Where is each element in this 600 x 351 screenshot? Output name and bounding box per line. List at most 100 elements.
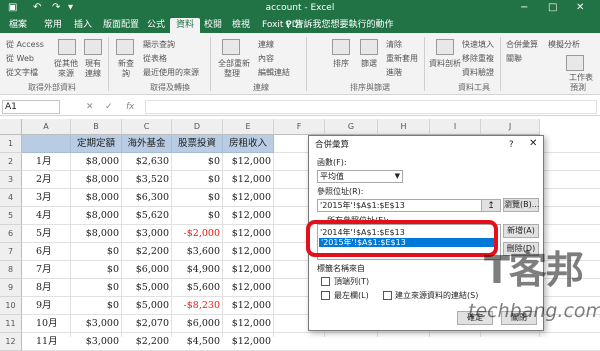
- table-header-cell[interactable]: 定期定額: [71, 135, 122, 153]
- table-cell[interactable]: $4,500: [172, 333, 220, 351]
- tab-home[interactable]: 常用: [44, 18, 62, 33]
- row-header[interactable]: 1: [0, 135, 22, 153]
- reference-input[interactable]: '2015年'!$A$1:$E$13: [317, 199, 501, 212]
- table-cell[interactable]: $0: [172, 171, 220, 189]
- what-if-analysis-button[interactable]: 模擬分析: [548, 40, 580, 50]
- table-cell[interactable]: $5,620: [122, 207, 169, 225]
- consolidate-button[interactable]: 合併彙算: [506, 40, 538, 50]
- table-cell[interactable]: $6,000: [172, 315, 220, 333]
- column-header[interactable]: I: [430, 119, 481, 135]
- table-cell[interactable]: $8,000: [71, 207, 119, 225]
- restore-button[interactable]: □: [548, 2, 557, 14]
- table-cell[interactable]: $3,600: [172, 243, 220, 261]
- row-header[interactable]: 10: [0, 297, 22, 315]
- relationships-button[interactable]: 關聯: [506, 54, 522, 64]
- insert-function-icon[interactable]: fx: [126, 101, 135, 113]
- tab-review[interactable]: 校閱: [204, 18, 222, 33]
- table-cell[interactable]: 2月: [22, 171, 68, 189]
- data-validation-button[interactable]: 資料驗證: [462, 68, 494, 78]
- table-cell[interactable]: $5,000: [122, 297, 169, 315]
- from-other-sources-icon[interactable]: [58, 39, 76, 55]
- show-queries-button[interactable]: 顯示查詢: [143, 40, 175, 50]
- column-header[interactable]: A: [22, 119, 71, 135]
- confirm-entry-icon[interactable]: ✓: [105, 101, 113, 113]
- table-cell[interactable]: $4,900: [172, 261, 220, 279]
- left-column-checkbox[interactable]: [321, 291, 330, 300]
- tab-data[interactable]: 資料: [170, 18, 201, 33]
- table-cell[interactable]: 6月: [22, 243, 68, 261]
- table-cell[interactable]: $8,000: [71, 225, 119, 243]
- table-cell[interactable]: $12,000: [223, 153, 271, 171]
- table-cell[interactable]: $2,630: [122, 153, 169, 171]
- table-cell[interactable]: $8,000: [71, 153, 119, 171]
- table-cell[interactable]: 4月: [22, 207, 68, 225]
- function-select[interactable]: 平均值 ▼: [317, 170, 403, 183]
- new-query-icon[interactable]: [116, 39, 134, 55]
- table-cell[interactable]: $6,000: [122, 261, 169, 279]
- reapply-button[interactable]: 重新套用: [386, 54, 418, 64]
- row-header[interactable]: 2: [0, 153, 22, 171]
- table-cell[interactable]: $12,000: [223, 189, 271, 207]
- forecast-sheet-icon[interactable]: [566, 55, 584, 71]
- browse-button[interactable]: 瀏覽(B)...: [503, 198, 539, 212]
- tab-view[interactable]: 檢視: [232, 18, 250, 33]
- link-source-checkbox[interactable]: [383, 291, 392, 300]
- table-cell[interactable]: $6,300: [122, 189, 169, 207]
- column-header[interactable]: B: [71, 119, 122, 135]
- recent-sources-button[interactable]: 最近使用的來源: [143, 68, 199, 78]
- row-header[interactable]: 8: [0, 261, 22, 279]
- table-cell[interactable]: $12,000: [223, 297, 271, 315]
- connections-button[interactable]: 連線: [258, 40, 274, 50]
- table-header-cell[interactable]: 股票投資: [172, 135, 223, 153]
- table-cell[interactable]: 9月: [22, 297, 68, 315]
- table-cell[interactable]: -$8,230: [172, 297, 220, 315]
- table-cell[interactable]: $0: [172, 153, 220, 171]
- column-header[interactable]: D: [172, 119, 223, 135]
- from-access-button[interactable]: 從 Access: [6, 40, 44, 50]
- table-cell[interactable]: $3,000: [122, 225, 169, 243]
- table-cell[interactable]: 7月: [22, 261, 68, 279]
- cancel-entry-icon[interactable]: ✕: [86, 101, 94, 113]
- table-header-cell[interactable]: 房租收入: [223, 135, 274, 153]
- row-header[interactable]: 11: [0, 315, 22, 333]
- clear-filter-button[interactable]: 清除: [386, 40, 402, 50]
- column-header[interactable]: J: [481, 119, 540, 135]
- from-web-button[interactable]: 從 Web: [6, 54, 34, 64]
- table-cell[interactable]: $0: [71, 261, 119, 279]
- table-cell[interactable]: $12,000: [223, 261, 271, 279]
- filter-icon[interactable]: [360, 39, 378, 55]
- refresh-all-icon[interactable]: [222, 39, 240, 55]
- column-header[interactable]: G: [325, 119, 378, 135]
- tab-page-layout[interactable]: 版面配置: [103, 18, 139, 33]
- table-header-cell[interactable]: 海外基金: [122, 135, 172, 153]
- table-cell[interactable]: $2,200: [122, 333, 169, 351]
- table-cell[interactable]: $3,000: [71, 315, 119, 333]
- flash-fill-button[interactable]: 快速填入: [462, 40, 494, 50]
- table-cell[interactable]: $3,000: [71, 333, 119, 351]
- tab-insert[interactable]: 插入: [74, 18, 92, 33]
- edit-links-button[interactable]: 編輯連結: [258, 68, 290, 78]
- table-cell[interactable]: $5,600: [172, 279, 220, 297]
- column-header[interactable]: H: [378, 119, 430, 135]
- from-text-button[interactable]: 從文字檔: [6, 68, 38, 78]
- dialog-close-icon[interactable]: ✕: [529, 138, 537, 150]
- close-button[interactable]: ✕: [576, 2, 584, 14]
- table-cell[interactable]: 3月: [22, 189, 68, 207]
- name-box[interactable]: A1: [2, 100, 60, 114]
- table-cell[interactable]: 11月: [22, 333, 68, 351]
- table-cell[interactable]: $0: [71, 243, 119, 261]
- tab-formulas[interactable]: 公式: [147, 18, 165, 33]
- properties-button[interactable]: 內容: [258, 54, 274, 64]
- column-header[interactable]: C: [122, 119, 172, 135]
- table-cell[interactable]: $12,000: [223, 225, 271, 243]
- top-row-checkbox[interactable]: [321, 277, 330, 286]
- table-cell[interactable]: $3,520: [122, 171, 169, 189]
- table-cell[interactable]: $2,070: [122, 315, 169, 333]
- table-cell[interactable]: 5月: [22, 225, 68, 243]
- row-header[interactable]: 12: [0, 333, 22, 351]
- table-cell[interactable]: $0: [71, 279, 119, 297]
- table-cell[interactable]: 1月: [22, 153, 68, 171]
- row-header[interactable]: 6: [0, 225, 22, 243]
- table-header-cell[interactable]: [22, 135, 71, 153]
- formula-input[interactable]: [145, 100, 597, 114]
